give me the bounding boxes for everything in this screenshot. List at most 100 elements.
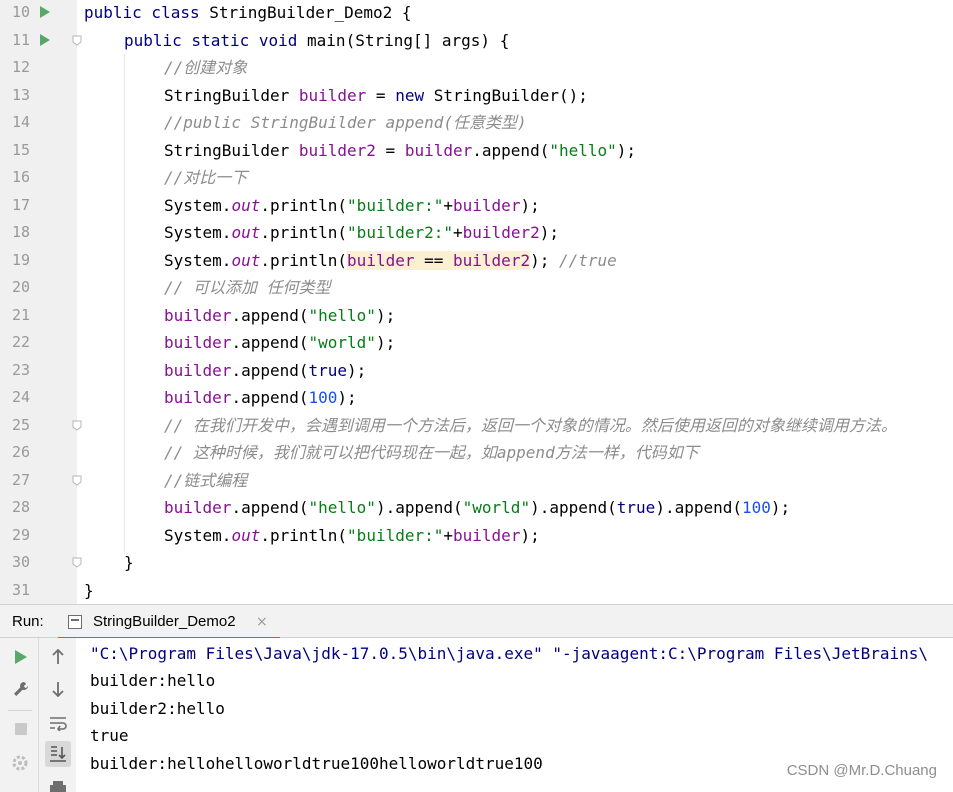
code-token: "world" <box>462 498 531 517</box>
code-token: "world" <box>308 333 376 352</box>
code-token: StringBuilder <box>164 85 299 105</box>
code-line[interactable]: 19 System.out.println(builder == builder2… <box>0 247 953 274</box>
code-token: ); <box>337 388 357 407</box>
tab-stringbuilder-demo2[interactable]: StringBuilder_Demo2 × <box>58 605 280 640</box>
fold-icon[interactable] <box>72 420 82 431</box>
code-line[interactable]: 12 //创建对象 <box>0 54 953 81</box>
code-token: .append( <box>231 305 309 325</box>
code-line[interactable]: 27 //链式编程 <box>0 467 953 494</box>
line-number: 21 <box>11 305 30 324</box>
code-token: ); <box>520 195 540 215</box>
code-text: } <box>84 577 94 604</box>
code-line[interactable]: 22 builder.append("world"); <box>0 329 953 356</box>
code-token: builder <box>164 305 232 325</box>
code-token: // 这种时候，我们就可以把代码现在一起，如append方法一样，代码如下 <box>164 443 699 462</box>
code-line[interactable]: 20 // 可以添加 任何类型 <box>0 274 953 301</box>
code-token: == <box>414 250 454 270</box>
line-number: 16 <box>11 168 30 186</box>
code-editor[interactable]: 10 public class StringBuilder_Demo2 {11 pu… <box>0 0 953 604</box>
code-token: builder <box>164 498 232 517</box>
fold-icon[interactable] <box>72 557 82 568</box>
code-token: ); <box>375 333 396 352</box>
code-text: builder.append(100); <box>164 384 357 411</box>
arrow-down-icon[interactable] <box>45 676 71 702</box>
code-token: StringBuilder <box>164 140 299 160</box>
code-token: .println( <box>260 250 348 270</box>
console-line: builder2:hello <box>90 699 225 718</box>
wrench-icon[interactable] <box>8 676 34 702</box>
code-text: StringBuilder builder2 = builder.append(… <box>164 137 636 164</box>
print-icon[interactable] <box>45 774 71 792</box>
code-token: true <box>616 498 656 517</box>
code-line[interactable]: 21 builder.append("hello"); <box>0 302 953 329</box>
code-token: .println( <box>260 195 348 215</box>
line-number: 23 <box>11 360 30 379</box>
arrow-up-icon[interactable] <box>45 644 71 670</box>
code-line[interactable]: 28 builder.append("hello").append("world"… <box>0 494 953 521</box>
code-line[interactable]: 10 public class StringBuilder_Demo2 { <box>0 0 953 26</box>
rerun-icon[interactable] <box>8 644 34 670</box>
code-line[interactable]: 24 builder.append(100); <box>0 384 953 411</box>
code-text: // 在我们开发中，会遇到调用一个方法后，返回一个对象的情况。然后使用返回的对象… <box>164 412 897 439</box>
code-text: System.out.println("builder2:"+builder2)… <box>164 219 559 246</box>
soft-wrap-icon[interactable] <box>45 710 71 736</box>
code-token: out <box>231 525 261 545</box>
code-token: = <box>366 85 396 105</box>
code-token: .append( <box>231 388 309 407</box>
code-line[interactable]: 30} <box>0 549 953 576</box>
run-label: Run: <box>12 613 44 630</box>
code-token: out <box>231 195 261 215</box>
code-token: main(String[] args) { <box>307 30 510 50</box>
line-number: 10 <box>11 3 30 21</box>
code-line[interactable]: 31} <box>0 577 953 604</box>
code-line[interactable]: 17 System.out.println("builder:"+builder)… <box>0 192 953 219</box>
stop-icon[interactable] <box>8 716 34 742</box>
code-token: builder <box>164 333 232 352</box>
line-number: 24 <box>11 388 30 406</box>
code-token: ).append( <box>530 498 617 517</box>
code-token: ); <box>539 223 559 242</box>
code-text: builder.append("hello"); <box>164 302 395 329</box>
code-token: "hello" <box>308 498 376 517</box>
code-token: builder <box>164 388 232 407</box>
fold-icon[interactable] <box>72 35 82 46</box>
code-line[interactable]: 29 System.out.println("builder:"+builder)… <box>0 522 953 549</box>
code-token: = <box>375 140 405 160</box>
code-token: System. <box>164 250 232 270</box>
code-token: System. <box>164 525 232 545</box>
code-token: + <box>443 195 454 215</box>
toolbar-separator <box>8 710 32 711</box>
code-token: + <box>443 525 454 545</box>
fold-icon[interactable] <box>72 475 82 486</box>
code-line[interactable]: 16 //对比一下 <box>0 164 953 191</box>
run-gutter-icon[interactable] <box>40 6 50 18</box>
code-text: System.out.println("builder:"+builder); <box>164 522 540 549</box>
run-gutter-icon[interactable] <box>40 33 50 46</box>
code-token: + <box>453 223 463 242</box>
code-line[interactable]: 18 System.out.println("builder2:"+builder… <box>0 219 953 246</box>
line-number: 20 <box>11 278 30 296</box>
code-text: System.out.println(builder == builder2);… <box>164 247 617 274</box>
code-token: } <box>124 553 134 572</box>
code-line[interactable]: 26 // 这种时候，我们就可以把代码现在一起，如append方法一样，代码如下 <box>0 439 953 466</box>
code-text: } <box>124 549 134 576</box>
code-line[interactable]: 11 public static void main(String[] args)… <box>0 27 953 54</box>
scroll-to-end-icon[interactable] <box>45 741 71 767</box>
code-line[interactable]: 25 // 在我们开发中，会遇到调用一个方法后，返回一个对象的情况。然后使用返回的… <box>0 412 953 439</box>
code-line[interactable]: 23 builder.append(true); <box>0 357 953 384</box>
code-token: public class <box>84 3 210 22</box>
close-icon[interactable]: × <box>256 605 268 639</box>
code-line[interactable]: 15 StringBuilder builder2 = builder.appen… <box>0 137 953 164</box>
code-token: true <box>308 360 348 380</box>
code-token: ).append( <box>375 498 463 517</box>
code-token: ); <box>347 360 367 380</box>
code-text: //public StringBuilder append(任意类型) <box>164 109 527 136</box>
code-token: //对比一下 <box>164 168 248 187</box>
settings-icon[interactable] <box>8 750 34 776</box>
code-token: .append( <box>472 140 550 160</box>
code-line[interactable]: 13 StringBuilder builder = new StringBuil… <box>0 82 953 109</box>
code-text: // 这种时候，我们就可以把代码现在一起，如append方法一样，代码如下 <box>164 439 699 466</box>
code-line[interactable]: 14 //public StringBuilder append(任意类型) <box>0 109 953 136</box>
code-token: new <box>395 85 434 105</box>
tab-title: StringBuilder_Demo2 <box>93 613 236 630</box>
